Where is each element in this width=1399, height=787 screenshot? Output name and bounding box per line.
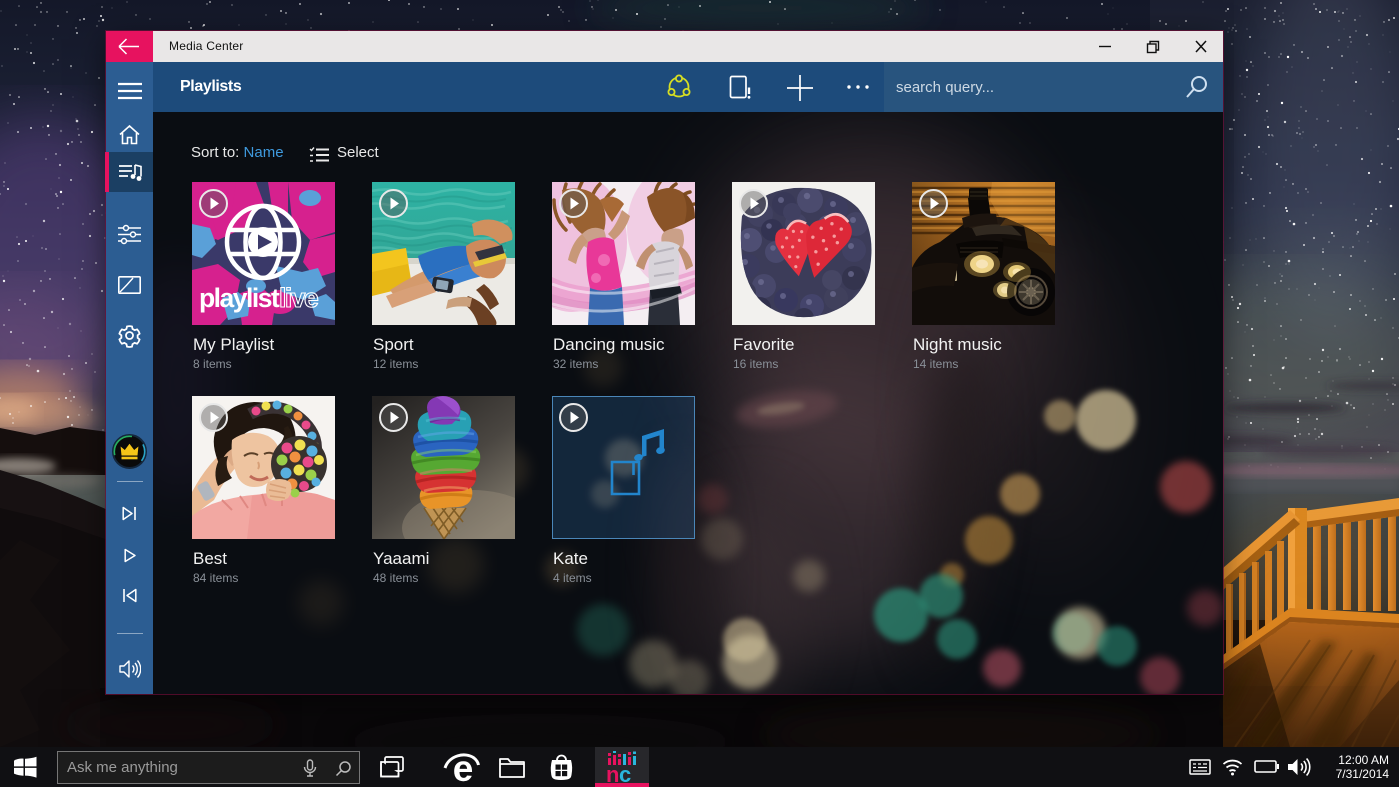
svg-text:n: n — [606, 762, 619, 784]
svg-text:live: live — [279, 283, 318, 313]
svg-text:playlist: playlist — [199, 283, 280, 313]
svg-text:c: c — [619, 762, 631, 784]
